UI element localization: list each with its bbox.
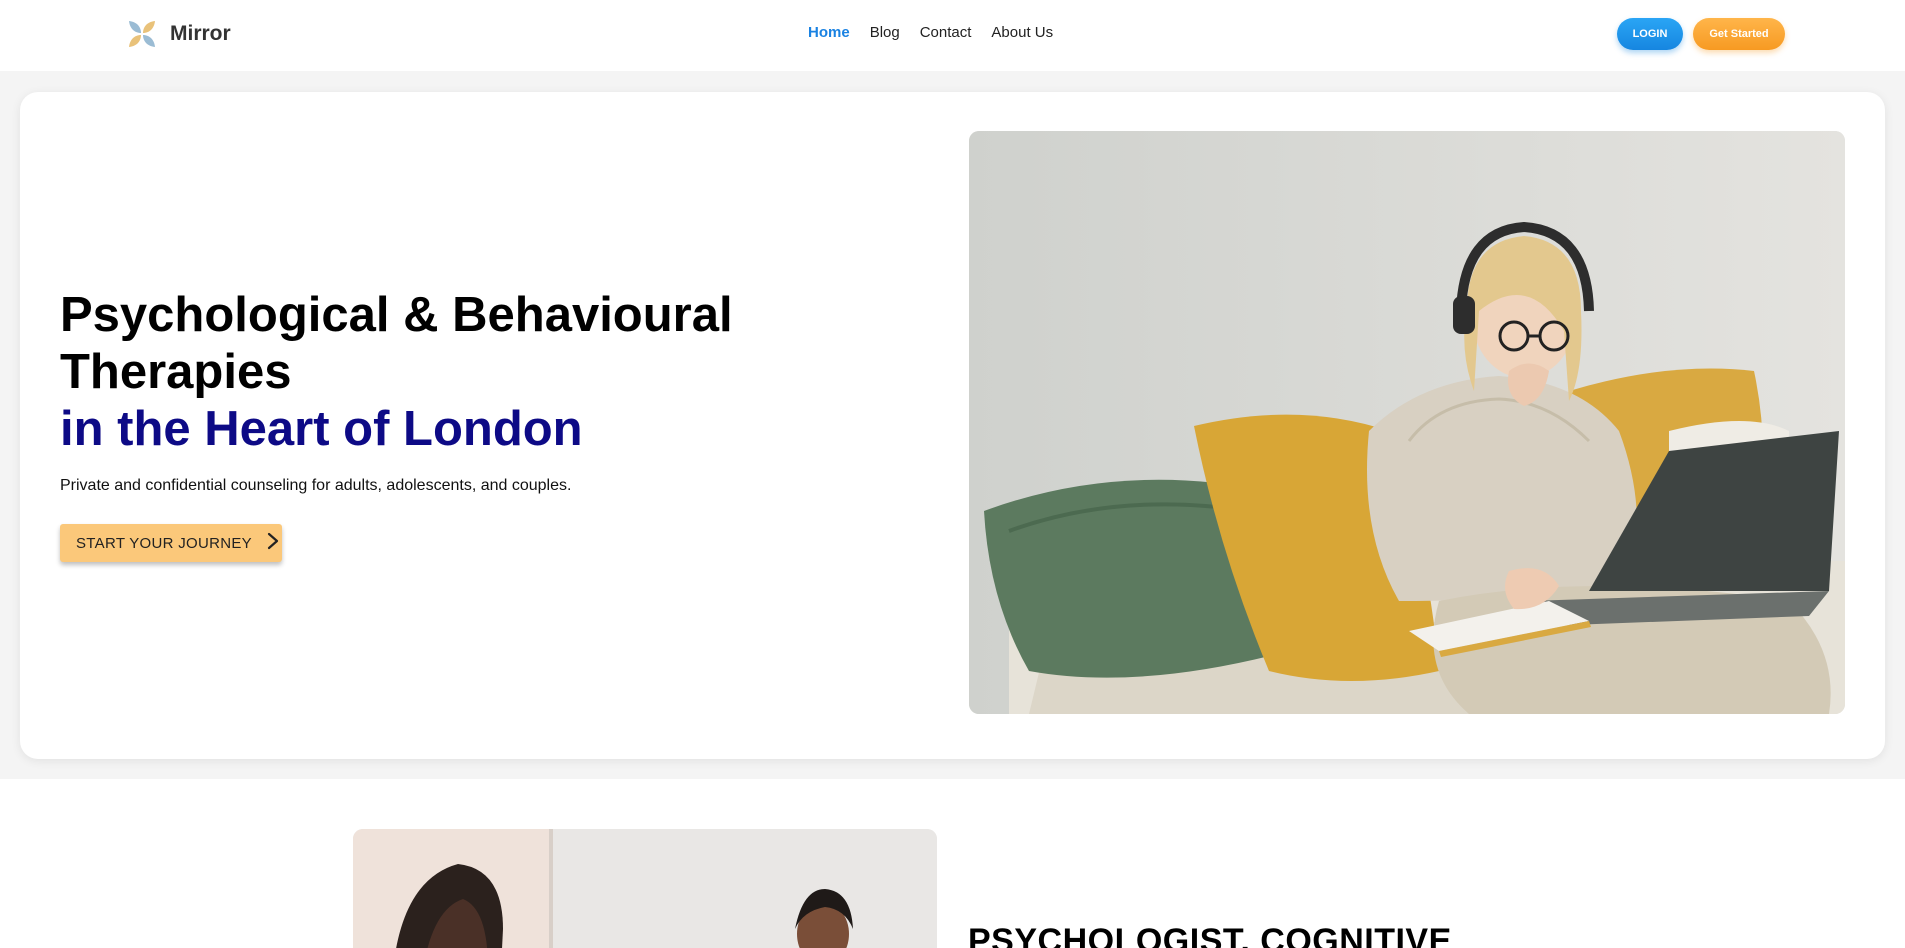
main-nav: Home Blog Contact About Us bbox=[808, 24, 1053, 41]
nav-home[interactable]: Home bbox=[808, 24, 850, 41]
hero-subtitle: Private and confidential counseling for … bbox=[60, 477, 572, 494]
nav-about-us[interactable]: About Us bbox=[991, 24, 1053, 41]
start-journey-label: START YOUR JOURNEY bbox=[76, 534, 252, 552]
chevron-right-icon bbox=[266, 532, 280, 554]
hero-title-line-1: Psychological & Behavioural bbox=[60, 288, 733, 342]
start-journey-button[interactable]: START YOUR JOURNEY bbox=[60, 524, 282, 562]
therapy-session-photo bbox=[353, 829, 937, 948]
hero-photo-illustration bbox=[969, 131, 1845, 714]
site-header: Mirror Home Blog Contact About Us LOGIN … bbox=[0, 0, 1905, 71]
login-button[interactable]: LOGIN bbox=[1617, 18, 1683, 50]
hero-title-line-2: Therapies bbox=[60, 345, 292, 399]
nav-contact[interactable]: Contact bbox=[920, 24, 972, 41]
section-title: PSYCHOLOGIST, COGNITIVE bbox=[968, 922, 1452, 948]
get-started-button[interactable]: Get Started bbox=[1693, 18, 1785, 50]
brand-name: Mirror bbox=[170, 22, 231, 45]
butterfly-logo-icon bbox=[126, 18, 158, 50]
nav-blog[interactable]: Blog bbox=[870, 24, 900, 41]
hero-photo bbox=[969, 131, 1845, 714]
hero-title: Psychological & Behavioural Therapies in… bbox=[60, 287, 820, 458]
hero-title-highlight: in the Heart of London bbox=[60, 402, 583, 456]
therapy-photo-illustration bbox=[353, 829, 937, 948]
brand-logo[interactable]: Mirror bbox=[126, 18, 231, 50]
